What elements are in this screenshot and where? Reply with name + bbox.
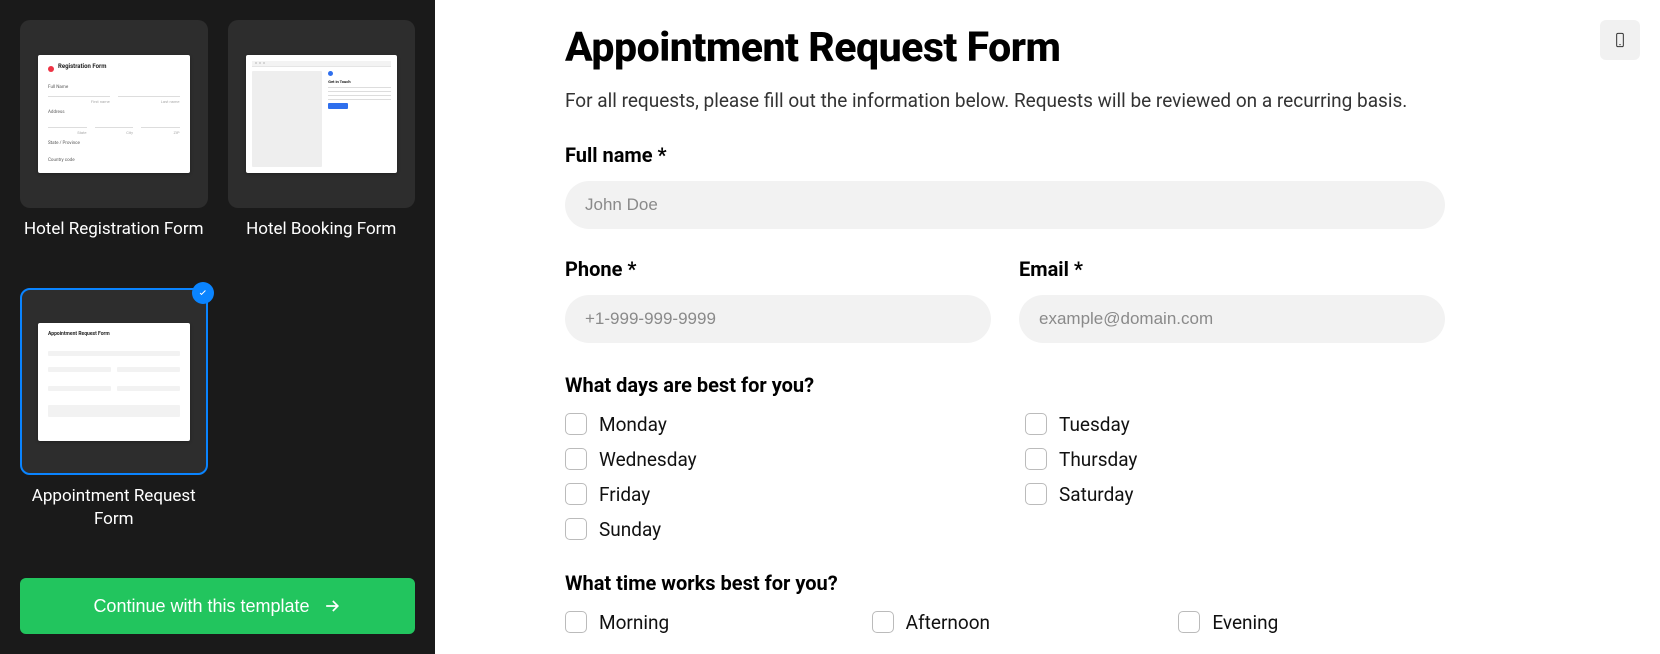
checkbox <box>565 611 587 633</box>
day-option-wednesday[interactable]: Wednesday <box>565 448 985 471</box>
day-label: Thursday <box>1059 448 1137 471</box>
template-label: Hotel Booking Form <box>246 218 396 240</box>
template-card-hotel-booking[interactable]: Get in Touch Hotel Booking Form <box>228 20 416 268</box>
selected-check-icon <box>192 282 214 304</box>
day-option-sunday[interactable]: Sunday <box>565 518 985 541</box>
checkbox <box>1025 448 1047 470</box>
checkbox <box>565 483 587 505</box>
day-label: Monday <box>599 413 667 436</box>
form-preview-pane: Appointment Request Form For all request… <box>435 0 1660 654</box>
template-doc-preview: Get in Touch <box>246 55 398 173</box>
time-options: Morning Afternoon Evening <box>565 611 1445 634</box>
mobile-preview-button[interactable] <box>1600 20 1640 60</box>
day-option-thursday[interactable]: Thursday <box>1025 448 1445 471</box>
arrow-right-icon <box>322 596 342 616</box>
checkbox <box>872 611 894 633</box>
continue-button[interactable]: Continue with this template <box>20 578 415 634</box>
day-label: Sunday <box>599 518 661 541</box>
day-label: Saturday <box>1059 483 1133 506</box>
full-name-label: Full name * <box>565 143 1445 167</box>
time-option-morning[interactable]: Morning <box>565 611 832 634</box>
checkbox <box>1178 611 1200 633</box>
days-options: Monday Tuesday Wednesday Thursday Friday… <box>565 413 1445 541</box>
template-thumb: Get in Touch <box>228 20 416 208</box>
field-phone: Phone * <box>565 257 991 343</box>
day-option-tuesday[interactable]: Tuesday <box>1025 413 1445 436</box>
day-option-saturday[interactable]: Saturday <box>1025 483 1445 506</box>
time-question: What time works best for you? <box>565 571 1445 595</box>
time-label: Evening <box>1212 611 1278 634</box>
day-option-monday[interactable]: Monday <box>565 413 985 436</box>
checkbox <box>1025 483 1047 505</box>
phone-input[interactable] <box>565 295 991 343</box>
day-label: Friday <box>599 483 650 506</box>
template-card-hotel-registration[interactable]: Registration Form Full Name First nameLa… <box>20 20 208 268</box>
field-full-name: Full name * <box>565 143 1445 229</box>
full-name-input[interactable] <box>565 181 1445 229</box>
checkbox <box>565 413 587 435</box>
day-label: Tuesday <box>1059 413 1130 436</box>
template-thumb: Registration Form Full Name First nameLa… <box>20 20 208 208</box>
template-label: Appointment Request Form <box>20 485 208 529</box>
time-label: Afternoon <box>906 611 990 634</box>
template-doc-preview: Registration Form Full Name First nameLa… <box>38 55 190 173</box>
time-option-evening[interactable]: Evening <box>1178 611 1445 634</box>
template-thumb-selected: Appointment Request Form <box>20 288 208 476</box>
phone-label: Phone * <box>565 257 991 281</box>
mobile-phone-icon <box>1612 28 1628 52</box>
day-option-friday[interactable]: Friday <box>565 483 985 506</box>
days-question: What days are best for you? <box>565 373 1445 397</box>
email-label: Email * <box>1019 257 1445 281</box>
template-doc-preview: Appointment Request Form <box>38 323 190 441</box>
time-label: Morning <box>599 611 669 634</box>
form-description: For all requests, please fill out the in… <box>565 88 1445 115</box>
template-sidebar: Registration Form Full Name First nameLa… <box>0 0 435 654</box>
checkbox <box>565 448 587 470</box>
field-email: Email * <box>1019 257 1445 343</box>
template-card-appointment-request[interactable]: Appointment Request Form Appointment Req… <box>20 288 208 558</box>
template-label: Hotel Registration Form <box>24 218 204 240</box>
checkbox <box>1025 413 1047 435</box>
continue-button-label: Continue with this template <box>93 596 309 617</box>
time-option-afternoon[interactable]: Afternoon <box>872 611 1139 634</box>
form-container: Appointment Request Form For all request… <box>565 24 1445 654</box>
form-title: Appointment Request Form <box>565 24 1445 72</box>
template-grid: Registration Form Full Name First nameLa… <box>20 20 415 558</box>
email-input[interactable] <box>1019 295 1445 343</box>
checkbox <box>565 518 587 540</box>
day-label: Wednesday <box>599 448 697 471</box>
